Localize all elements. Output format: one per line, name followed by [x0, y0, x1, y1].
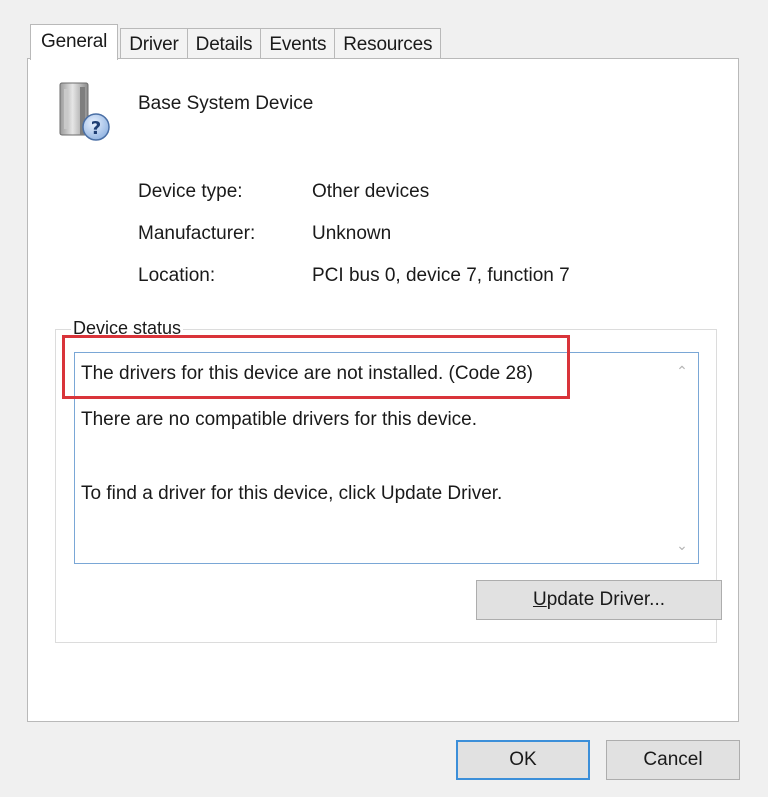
tab-general[interactable]: General — [30, 24, 119, 60]
general-tab-panel: ? Base System Device Device type: Other … — [27, 58, 739, 722]
device-status-group: Device status The drivers for this devic… — [55, 318, 722, 643]
status-error-line: The drivers for this device are not inst… — [81, 363, 533, 384]
unknown-device-icon: ? — [59, 82, 110, 141]
cancel-button[interactable]: Cancel — [606, 740, 740, 780]
device-properties: Device type: Other devices Manufacturer:… — [138, 171, 570, 297]
scroll-up-arrow-icon[interactable]: ⌃ — [674, 363, 690, 379]
status-compat-line: There are no compatible drivers for this… — [81, 409, 478, 430]
update-driver-button[interactable]: Update Driver... — [476, 580, 722, 620]
location-value: PCI bus 0, device 7, function 7 — [312, 265, 570, 286]
ok-button[interactable]: OK — [456, 740, 590, 780]
device-name: Base System Device — [138, 93, 314, 114]
update-mnemonic: U — [532, 589, 547, 610]
device-type-row: Device type: Other devices — [138, 171, 570, 213]
location-row: Location: PCI bus 0, device 7, function … — [138, 255, 570, 297]
device-status-textbox[interactable]: The drivers for this device are not inst… — [74, 352, 699, 564]
tab-details[interactable]: Details — [186, 28, 262, 60]
device-type-label: Device type: — [138, 181, 243, 202]
tab-events[interactable]: Events — [260, 28, 336, 60]
location-label: Location: — [138, 265, 216, 286]
manufacturer-row: Manufacturer: Unknown — [138, 213, 570, 255]
status-instruction-line: To find a driver for this device, click … — [81, 483, 503, 504]
tab-driver[interactable]: Driver — [120, 28, 188, 60]
manufacturer-label: Manufacturer: — [138, 223, 256, 244]
device-type-value: Other devices — [312, 181, 430, 202]
manufacturer-value: Unknown — [312, 223, 392, 244]
device-properties-dialog: General Driver Details Events Resources — [0, 0, 768, 797]
tab-resources[interactable]: Resources — [334, 28, 442, 60]
device-status-legend: Device status — [71, 318, 184, 339]
svg-text:?: ? — [91, 118, 101, 139]
update-label: pdate Driver... — [546, 589, 665, 610]
tab-strip: General Driver Details Events Resources — [30, 24, 442, 60]
scroll-down-arrow-icon[interactable]: ⌄ — [674, 537, 690, 553]
